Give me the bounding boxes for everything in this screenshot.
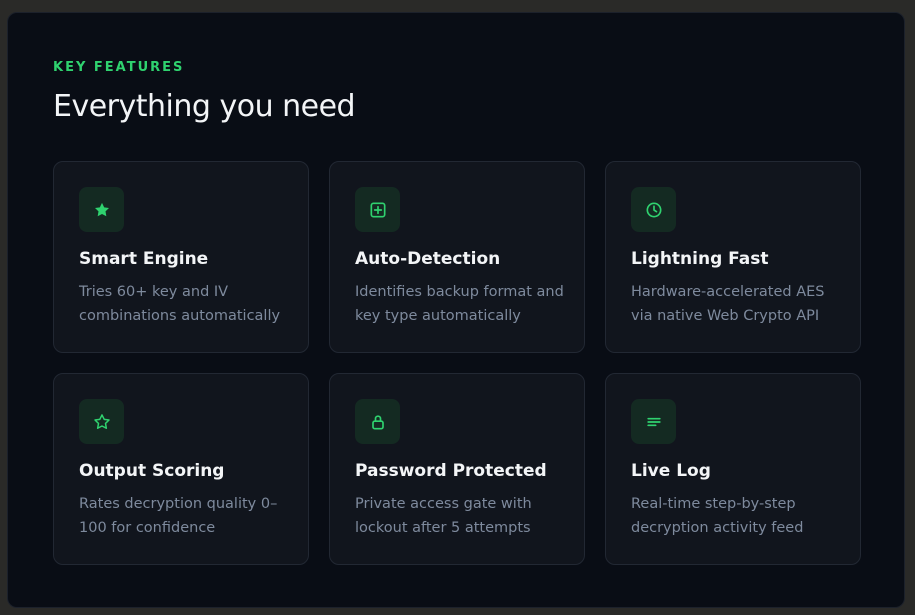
feature-title: Smart Engine [79, 249, 209, 269]
feature-description: Rates decryption quality 0–100 for confi… [79, 496, 278, 536]
feature-card-auto-detection: Auto-Detection Identifies backup format … [329, 161, 585, 353]
feature-title: Live Log [631, 461, 711, 481]
feature-title: Auto-Detection [355, 249, 501, 269]
feature-description: Identifies backup format and key type au… [355, 284, 564, 324]
feature-description: Hardware-accelerated AES via native Web … [631, 284, 825, 324]
feature-description: Private access gate with lockout after 5… [355, 496, 532, 536]
section-eyebrow: KEY FEATURES [53, 60, 185, 75]
features-panel: KEY FEATURES Everything you need Smart E… [7, 12, 905, 608]
lock-icon [355, 399, 400, 444]
features-grid: Smart Engine Tries 60+ key and IV combin… [53, 161, 861, 565]
feature-title: Password Protected [355, 461, 547, 481]
feature-card-live-log: Live Log Real-time step-by-step decrypti… [605, 373, 861, 565]
square-plus-icon [355, 187, 400, 232]
feature-description: Real-time step-by-step decryption activi… [631, 496, 804, 536]
section-title: Everything you need [53, 89, 356, 124]
feature-card-lightning-fast: Lightning Fast Hardware-accelerated AES … [605, 161, 861, 353]
feature-card-password-protected: Password Protected Private access gate w… [329, 373, 585, 565]
feature-card-smart-engine: Smart Engine Tries 60+ key and IV combin… [53, 161, 309, 353]
list-lines-icon [631, 399, 676, 444]
star-filled-icon [79, 187, 124, 232]
star-outline-icon [79, 399, 124, 444]
feature-card-output-scoring: Output Scoring Rates decryption quality … [53, 373, 309, 565]
clock-icon [631, 187, 676, 232]
feature-title: Output Scoring [79, 461, 225, 481]
feature-description: Tries 60+ key and IV combinations automa… [79, 284, 281, 324]
feature-title: Lightning Fast [631, 249, 769, 269]
